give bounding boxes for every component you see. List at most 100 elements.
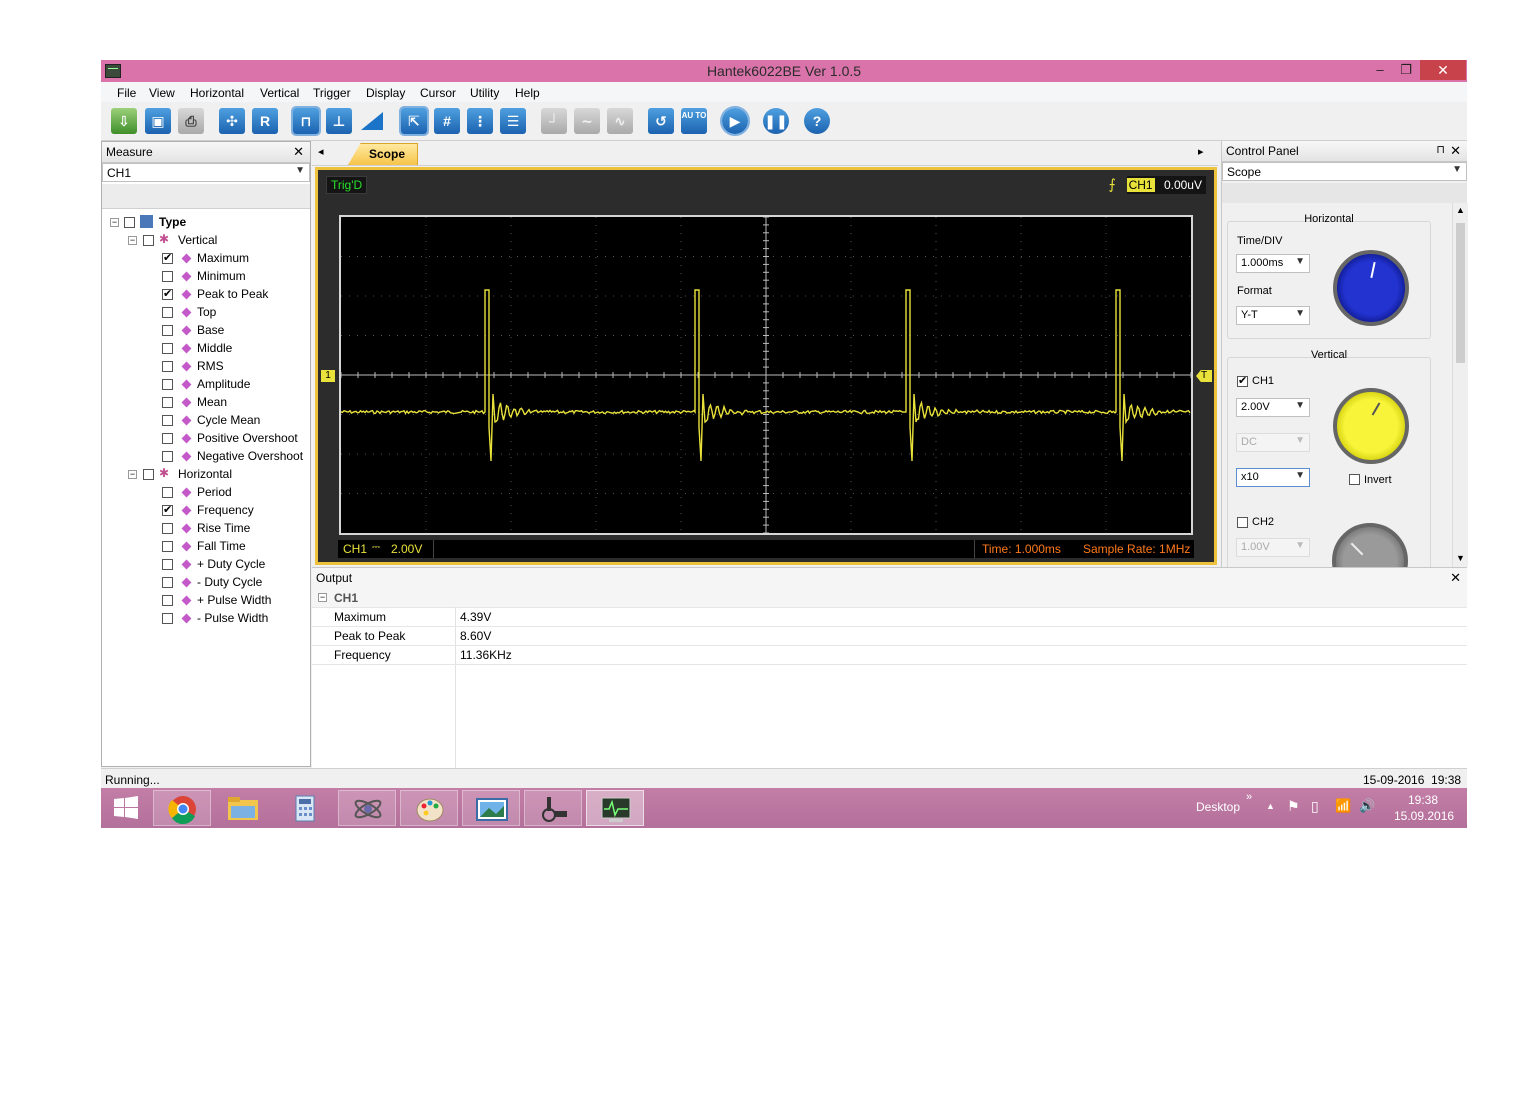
pulse-edge-icon[interactable]: ⊥: [326, 108, 352, 134]
pause-icon[interactable]: ❚❚: [763, 108, 789, 134]
checkbox[interactable]: [124, 217, 135, 228]
measure-item-checkbox[interactable]: [162, 343, 173, 354]
ch1-coupling-select[interactable]: DC ▼: [1236, 433, 1310, 452]
paint-icon[interactable]: [400, 790, 458, 826]
collapse-icon[interactable]: −: [128, 236, 137, 245]
refresh-icon[interactable]: ↺: [648, 108, 674, 134]
desktop-toolbar-label[interactable]: Desktop: [1196, 800, 1240, 814]
pulse-wave-icon[interactable]: ⊓: [291, 106, 321, 136]
step-icon[interactable]: ┘: [541, 108, 567, 134]
time-div-select[interactable]: 1.000ms ▼: [1236, 254, 1310, 273]
measure-item-checkbox[interactable]: [162, 451, 173, 462]
close-icon[interactable]: ✕: [293, 144, 304, 160]
invert-checkbox[interactable]: [1349, 474, 1360, 485]
measure-item-checkbox[interactable]: [162, 415, 173, 426]
chrome-icon[interactable]: [153, 790, 211, 826]
file-explorer-icon[interactable]: [214, 790, 272, 826]
menu-help[interactable]: Help: [515, 86, 540, 100]
measure-item-checkbox[interactable]: [162, 559, 173, 570]
print-icon[interactable]: ⎙: [178, 108, 204, 134]
chevron-left-icon[interactable]: ◂: [318, 145, 324, 158]
measure-item-checkbox[interactable]: [162, 503, 173, 516]
measure-item-checkbox[interactable]: [162, 595, 173, 606]
cursor-select-icon[interactable]: ⇱: [399, 106, 429, 136]
windows-start-icon[interactable]: [101, 790, 159, 826]
satellite-app-icon[interactable]: [338, 790, 396, 826]
ch1-enable-checkbox[interactable]: [1237, 374, 1248, 387]
measure-item-checkbox[interactable]: [162, 307, 173, 318]
measure-item-checkbox[interactable]: [162, 523, 173, 534]
menu-horizontal[interactable]: Horizontal: [190, 86, 244, 100]
ch1-volts-select[interactable]: 2.00V ▼: [1236, 398, 1310, 417]
ch1-volts-knob[interactable]: [1333, 388, 1409, 464]
scroll-thumb[interactable]: [1456, 223, 1465, 363]
measure-item-checkbox[interactable]: [162, 577, 173, 588]
time-div-knob[interactable]: [1333, 250, 1409, 326]
restore-button[interactable]: ❐: [1393, 60, 1419, 80]
hardware-app-icon[interactable]: [524, 790, 582, 826]
collapse-icon[interactable]: −: [128, 470, 137, 479]
output-row[interactable]: Peak to Peak 8.60V: [312, 626, 1467, 646]
network-icon[interactable]: 📶: [1335, 798, 1351, 814]
close-button[interactable]: ✕: [1420, 60, 1466, 80]
clock-date[interactable]: 15.09.2016: [1394, 809, 1454, 823]
ch1-zero-marker[interactable]: 1: [321, 370, 335, 382]
minimize-button[interactable]: –: [1367, 60, 1393, 80]
measure-item-checkbox[interactable]: [162, 541, 173, 552]
vertical-cursor-icon[interactable]: ⋮: [467, 108, 493, 134]
menu-view[interactable]: View: [149, 86, 175, 100]
scroll-up-icon[interactable]: ▲: [1456, 205, 1465, 215]
output-row[interactable]: Maximum 4.39V: [312, 607, 1467, 627]
measure-item-checkbox[interactable]: [162, 325, 173, 336]
clock-time[interactable]: 19:38: [1408, 793, 1438, 807]
measure-channel-select[interactable]: CH1 ▼: [102, 163, 310, 182]
checkbox[interactable]: [143, 235, 154, 246]
output-row[interactable]: Frequency 11.36KHz: [312, 645, 1467, 665]
ramp-icon[interactable]: [359, 108, 385, 134]
sine-icon[interactable]: ∿: [607, 108, 633, 134]
checkbox[interactable]: [143, 469, 154, 480]
close-icon[interactable]: ✕: [1450, 570, 1461, 586]
toolbar-chevron[interactable]: »: [1246, 791, 1252, 803]
ch2-volts-select[interactable]: 1.00V ▼: [1236, 538, 1310, 557]
ch2-volts-knob[interactable]: [1332, 523, 1408, 567]
collapse-icon[interactable]: −: [110, 218, 119, 227]
measure-item-checkbox[interactable]: [162, 251, 173, 264]
format-select[interactable]: Y-T ▼: [1236, 306, 1310, 325]
measure-item-checkbox[interactable]: [162, 397, 173, 408]
measure-item-checkbox[interactable]: [162, 433, 173, 444]
chevron-right-icon[interactable]: ▸: [1198, 145, 1204, 158]
horizontal-cursor-icon[interactable]: ☰: [500, 108, 526, 134]
auto-icon[interactable]: AU TO: [681, 108, 707, 134]
tab-scope[interactable]: Scope: [348, 143, 418, 165]
smooth-wave-icon[interactable]: ∼: [574, 108, 600, 134]
volume-icon[interactable]: 🔊: [1359, 798, 1375, 814]
menu-vertical[interactable]: Vertical: [260, 86, 299, 100]
open-icon[interactable]: ⇩: [111, 108, 137, 134]
show-hidden-icons-icon[interactable]: ▲: [1266, 801, 1275, 811]
pin-icon[interactable]: ⊓: [1436, 143, 1445, 156]
menu-trigger[interactable]: Trigger: [313, 86, 351, 100]
flag-icon[interactable]: ⚑: [1287, 798, 1300, 815]
grid-icon[interactable]: #: [434, 108, 460, 134]
menu-utility[interactable]: Utility: [470, 86, 499, 100]
calculator-icon[interactable]: [276, 790, 334, 826]
save-icon[interactable]: ▣: [145, 108, 171, 134]
output-group-row[interactable]: − CH1: [312, 588, 1467, 608]
measure-item-checkbox[interactable]: [162, 361, 173, 372]
trigger-level-marker[interactable]: T: [1196, 370, 1212, 382]
measure-item-checkbox[interactable]: [162, 379, 173, 390]
ch1-probe-select[interactable]: x10 ▼: [1236, 468, 1310, 487]
ch2-enable-checkbox[interactable]: [1237, 517, 1248, 528]
scroll-down-icon[interactable]: ▼: [1456, 553, 1465, 563]
zoom-fit-icon[interactable]: ✣: [219, 108, 245, 134]
measure-item-checkbox[interactable]: [162, 271, 173, 282]
measure-item-checkbox[interactable]: [162, 287, 173, 300]
close-icon[interactable]: ✕: [1450, 143, 1461, 159]
measure-item-checkbox[interactable]: [162, 613, 173, 624]
photo-viewer-icon[interactable]: [462, 790, 520, 826]
oscilloscope-app-icon[interactable]: [586, 790, 644, 826]
measure-item-checkbox[interactable]: [162, 487, 173, 498]
control-mode-select[interactable]: Scope ▼: [1222, 162, 1467, 181]
reference-icon[interactable]: R: [252, 108, 278, 134]
